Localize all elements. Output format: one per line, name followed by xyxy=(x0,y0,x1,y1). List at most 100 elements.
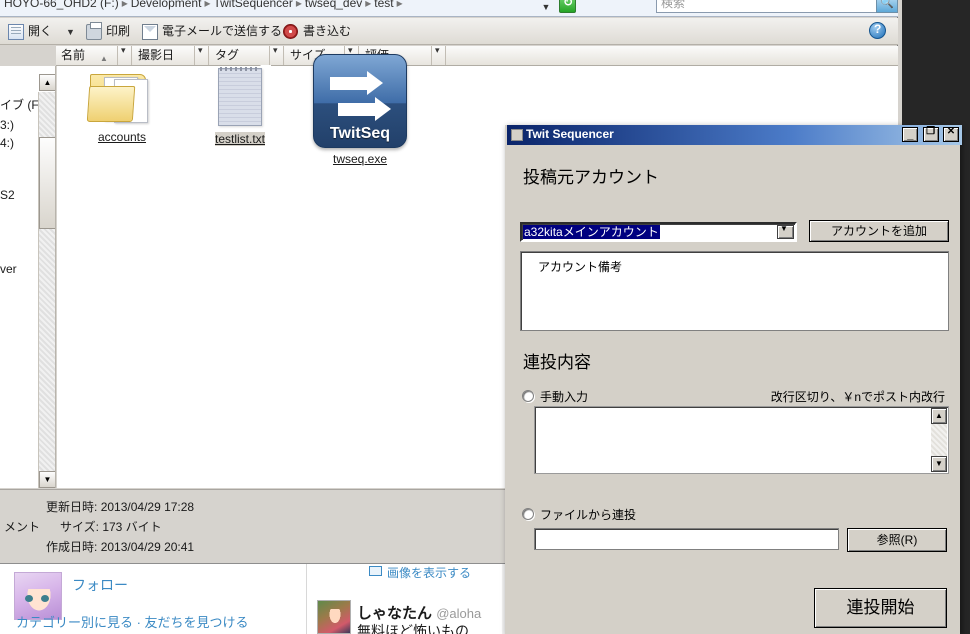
navigation-scrollbar[interactable]: ▲ ▼ xyxy=(38,74,55,488)
maximize-icon: ❐ xyxy=(926,126,936,137)
breadcrumb-separator: ▸ xyxy=(396,0,403,10)
image-icon xyxy=(369,566,382,576)
explorer-toolbar: 開く ▼ 印刷 電子メールで送信する 書き込む xyxy=(0,18,898,45)
details-created-value: 2013/04/29 20:41 xyxy=(100,540,195,554)
breadcrumb-item-1[interactable]: Development xyxy=(131,0,202,10)
minimize-icon: _ xyxy=(907,129,914,141)
file-item-accounts[interactable]: accounts xyxy=(67,70,177,144)
search-input[interactable]: 検索 xyxy=(656,0,878,13)
close-button[interactable]: ✕ xyxy=(943,126,959,142)
breadcrumb-item-3[interactable]: twseq_dev xyxy=(305,0,362,10)
burn-label: 書き込む xyxy=(303,24,352,38)
application-icon-caption: TwitSeq xyxy=(329,125,391,142)
textarea-scrollbar[interactable]: ▲ ▼ xyxy=(931,408,947,472)
breadcrumb-separator: ▸ xyxy=(295,0,302,10)
add-account-button[interactable]: アカウントを追加 xyxy=(809,220,949,242)
details-size: サイズ: 173 バイト xyxy=(60,518,162,535)
column-filter-name[interactable] xyxy=(118,45,132,65)
print-label: 印刷 xyxy=(106,24,131,38)
nav-item-3[interactable]: S2 xyxy=(0,188,15,202)
refresh-icon[interactable] xyxy=(559,0,576,13)
file-label[interactable]: twseq.exe xyxy=(333,152,387,166)
breadcrumb-separator: ▸ xyxy=(204,0,211,10)
file-item-testlist[interactable]: testlist.txt xyxy=(185,65,295,146)
column-filter-date[interactable] xyxy=(195,45,209,65)
send-email-button[interactable]: 電子メールで送信する xyxy=(142,22,282,41)
account-combobox[interactable]: a32kitaメインアカウント xyxy=(520,222,797,242)
file-item-twseq[interactable]: TwitSeq twseq.exe xyxy=(305,54,415,166)
open-dropdown-caret-icon[interactable]: ▼ xyxy=(66,27,75,37)
column-label: 名前 xyxy=(61,48,86,62)
column-header-name[interactable]: 名前 ▲ xyxy=(56,46,118,65)
radio-file-input[interactable] xyxy=(522,508,534,520)
details-created: 作成日時: 2013/04/29 20:41 xyxy=(46,538,194,555)
follow-link[interactable]: フォロー xyxy=(72,575,128,595)
nav-item-1[interactable]: 3:) xyxy=(0,118,14,132)
show-image-link[interactable]: 画像を表示する xyxy=(387,564,471,581)
window-controls: _ ❐ ✕ xyxy=(901,126,959,142)
tweet-author-name[interactable]: しゃなたん @aloha xyxy=(357,602,481,623)
browser-right-column: 画像を表示する しゃなたん @aloha 無料ほど怖いもの xyxy=(307,564,502,634)
sort-ascending-icon: ▲ xyxy=(100,54,108,63)
column-header-tags[interactable]: タグ xyxy=(210,46,270,65)
address-bar[interactable]: HOYO-66_OHD2 (F:) ▸ Development ▸ TwitSequen… xyxy=(0,0,898,17)
scroll-down-button[interactable]: ▼ xyxy=(931,456,947,472)
open-icon xyxy=(8,24,24,40)
details-left-text: メント xyxy=(4,520,41,534)
breadcrumb-item-4[interactable]: test xyxy=(374,0,393,10)
navigation-pane[interactable]: ⌄ イブ (F:) 3:) 4:) S2 ver ▲ ▼ xyxy=(0,66,56,488)
breadcrumb[interactable]: HOYO-66_OHD2 (F:) ▸ Development ▸ TwitSequen… xyxy=(4,0,406,10)
account-memo-text: アカウント備考 xyxy=(538,260,623,274)
breadcrumb-item-0[interactable]: HOYO-66_OHD2 (F:) xyxy=(4,0,119,10)
maximize-button[interactable]: ❐ xyxy=(922,126,939,142)
account-section-title: 投稿元アカウント xyxy=(523,168,659,187)
column-header-date[interactable]: 撮影日 xyxy=(133,46,195,65)
manual-input-textarea[interactable]: ▲ ▼ xyxy=(534,406,949,474)
content-section-title: 連投内容 xyxy=(523,353,591,372)
breadcrumb-separator: ▸ xyxy=(365,0,372,10)
envelope-icon xyxy=(142,24,158,40)
disc-icon xyxy=(283,24,298,39)
start-button[interactable]: 連投開始 xyxy=(814,588,947,628)
scroll-up-button[interactable]: ▲ xyxy=(931,408,947,424)
minimize-button[interactable]: _ xyxy=(902,127,919,142)
scrollbar-thumb[interactable] xyxy=(39,137,55,229)
twit-sequencer-dialog: Twit Sequencer _ ❐ ✕ 投稿元アカウント a32kitaメイン… xyxy=(505,125,962,634)
dialog-body: 投稿元アカウント a32kitaメインアカウント アカウントを追加 アカウント備… xyxy=(507,145,958,632)
column-filter-rating[interactable] xyxy=(432,45,446,65)
print-button[interactable]: 印刷 xyxy=(86,22,130,41)
browser-left-column: フォロー カテゴリー別に見る · 友だちを見つける xyxy=(0,564,306,634)
dialog-titlebar[interactable]: Twit Sequencer _ ❐ ✕ xyxy=(507,125,962,145)
account-memo-box[interactable]: アカウント備考 xyxy=(520,251,949,331)
tweet-text: 無料ほど怖いもの xyxy=(357,623,469,634)
radio-manual-input[interactable] xyxy=(522,390,534,402)
scroll-down-button[interactable]: ▼ xyxy=(39,471,55,488)
send-email-label: 電子メールで送信する xyxy=(162,24,283,38)
browse-button[interactable]: 参照(R) xyxy=(847,528,947,552)
open-label: 開く xyxy=(28,24,53,38)
file-label[interactable]: accounts xyxy=(98,130,146,144)
nav-item-2[interactable]: 4:) xyxy=(0,136,14,150)
breadcrumb-separator: ▸ xyxy=(121,0,128,10)
burn-button[interactable]: 書き込む xyxy=(283,22,351,41)
tweet-avatar[interactable] xyxy=(317,600,351,634)
scroll-up-button[interactable]: ▲ xyxy=(39,74,55,91)
open-button[interactable]: 開く xyxy=(8,22,52,41)
category-links[interactable]: カテゴリー別に見る · 友だちを見つける xyxy=(16,612,249,631)
manual-input-label: 手動入力 xyxy=(540,390,589,404)
file-label[interactable]: testlist.txt xyxy=(214,132,265,146)
nav-item-4[interactable]: ver xyxy=(0,262,17,276)
folder-icon xyxy=(86,70,156,126)
details-modified-value: 2013/04/29 17:28 xyxy=(100,500,195,514)
breadcrumb-item-2[interactable]: TwitSequencer xyxy=(213,0,292,10)
file-path-input[interactable] xyxy=(534,528,839,550)
chevron-down-icon[interactable] xyxy=(777,224,794,239)
search-icon[interactable] xyxy=(876,0,898,13)
details-size-value: 173 バイト xyxy=(102,520,162,534)
help-icon[interactable] xyxy=(869,22,886,39)
chevron-down-icon[interactable]: ▼ xyxy=(539,0,553,15)
file-input-label: ファイルから連投 xyxy=(540,508,637,522)
details-modified: 更新日時: 2013/04/29 17:28 xyxy=(46,498,194,515)
column-filter-tags[interactable] xyxy=(270,45,284,65)
close-icon: ✕ xyxy=(946,126,956,137)
